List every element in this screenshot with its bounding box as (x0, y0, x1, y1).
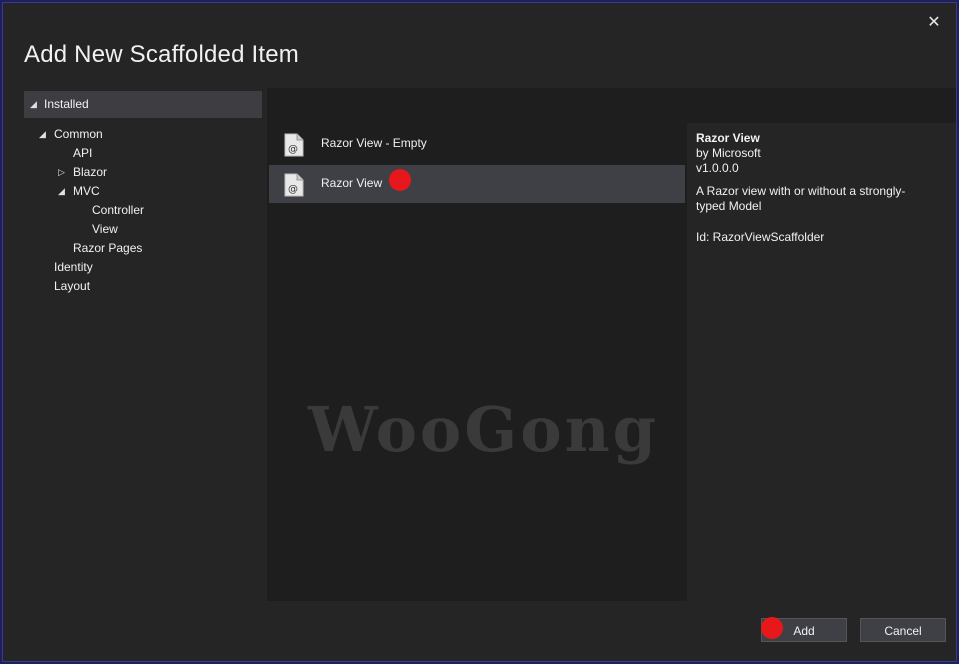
click-marker-icon (389, 169, 411, 191)
expand-arrow-icon[interactable]: ◢ (58, 182, 65, 201)
tree-item-view[interactable]: View (92, 220, 118, 239)
razor-file-icon: @ (284, 133, 304, 157)
watermark-text: WooGong (308, 393, 660, 466)
category-tree: ◢ Installed ◢ Common API ▷ Blazor ◢ MVC … (3, 88, 267, 601)
cancel-button[interactable]: Cancel (860, 618, 946, 642)
expand-arrow-icon[interactable]: ◢ (39, 125, 46, 144)
tree-item-label: Blazor (73, 165, 108, 179)
expand-arrow-icon[interactable]: ◢ (30, 91, 37, 118)
detail-description: A Razor view with or without a strongly-… (696, 184, 906, 213)
template-item-razor-view-empty[interactable]: @ Razor View - Empty (269, 125, 685, 163)
tree-item-label: Identity (54, 260, 93, 274)
template-item-label: Razor View - Empty (321, 136, 427, 150)
svg-text:@: @ (288, 184, 298, 195)
tree-item-controller[interactable]: Controller (92, 201, 144, 220)
dialog-body: ◢ Installed ◢ Common API ▷ Blazor ◢ MVC … (3, 88, 956, 601)
tree-item-label: Common (54, 127, 103, 141)
tree-item-identity[interactable]: Identity (54, 258, 93, 277)
detail-name: Razor View (696, 131, 760, 145)
template-list: @ Razor View - Empty @ Razor View (269, 123, 685, 601)
tree-item-label: Controller (92, 203, 145, 217)
detail-version: v1.0.0.0 (696, 161, 739, 175)
tree-item-label: Layout (54, 279, 91, 293)
dialog-title: Add New Scaffolded Item (24, 41, 299, 68)
tree-item-label: Razor Pages (73, 241, 143, 255)
tree-item-api[interactable]: API (73, 144, 92, 163)
click-marker-icon (761, 617, 783, 639)
collapsed-arrow-icon[interactable]: ▷ (58, 163, 65, 182)
detail-author: by Microsoft (696, 146, 761, 160)
template-item-label: Razor View (321, 176, 383, 190)
tree-item-label: MVC (73, 184, 100, 198)
svg-text:@: @ (288, 144, 298, 155)
tree-item-label: API (73, 146, 93, 160)
tree-item-installed[interactable]: ◢ Installed (24, 91, 262, 118)
close-icon[interactable]: ✕ (924, 13, 944, 33)
detail-id: Id: RazorViewScaffolder (696, 230, 825, 244)
tree-item-razor-pages[interactable]: Razor Pages (73, 239, 142, 258)
tree-item-label: View (92, 222, 118, 236)
template-item-razor-view[interactable]: @ Razor View (269, 165, 685, 203)
razor-file-icon: @ (284, 173, 304, 197)
template-details: Razor View by Microsoft v1.0.0.0 A Razor… (687, 123, 956, 601)
tree-item-layout[interactable]: Layout (54, 277, 90, 296)
add-scaffold-dialog: ✕ Add New Scaffolded Item ◢ Installed ◢ … (2, 2, 957, 662)
tree-item-label: Installed (44, 97, 89, 111)
